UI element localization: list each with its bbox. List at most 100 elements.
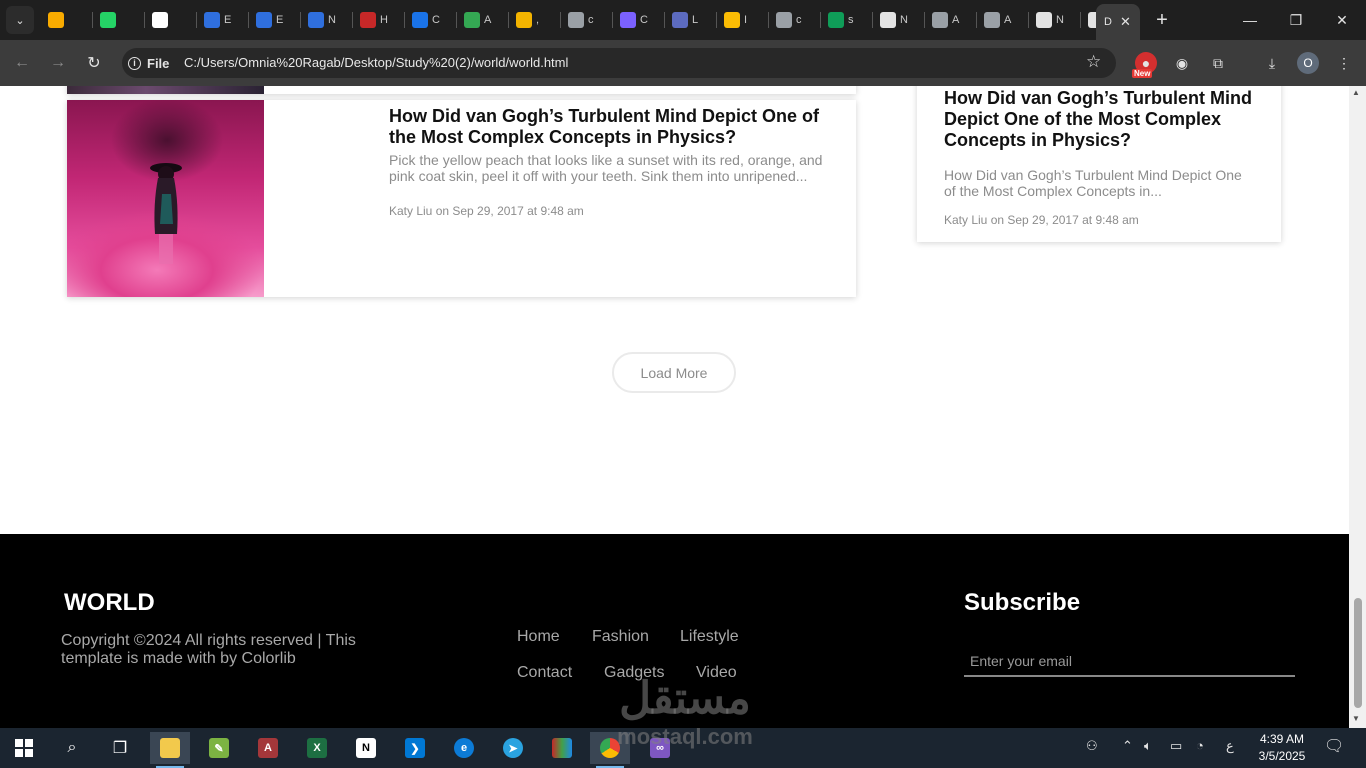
notepad-icon[interactable]: ✎: [199, 732, 239, 764]
chrome-icon[interactable]: [590, 732, 630, 768]
tab-5[interactable]: N: [304, 8, 348, 32]
new-badge: New: [1132, 69, 1153, 78]
tab-15[interactable]: s: [824, 8, 868, 32]
close-tab-icon[interactable]: ✕: [1120, 14, 1131, 30]
search-icon[interactable]: ⌕: [52, 732, 92, 764]
edge-icon[interactable]: e: [444, 732, 484, 764]
file-explorer-icon[interactable]: [150, 732, 190, 768]
footer-link-lifestyle[interactable]: Lifestyle: [680, 628, 739, 646]
winrar-icon[interactable]: [542, 732, 582, 764]
load-more-button[interactable]: Load More: [612, 352, 736, 393]
menu-kebab-icon[interactable]: ⋮: [1333, 52, 1355, 74]
telegram-icon[interactable]: ➤: [493, 732, 533, 764]
tab-search-button[interactable]: ⌄: [6, 6, 34, 34]
system-clock[interactable]: 4:39 AM 3/5/2025: [1252, 731, 1312, 765]
profile-avatar[interactable]: O: [1297, 52, 1319, 74]
extension-new-icon[interactable]: ● New: [1132, 52, 1157, 78]
article-card[interactable]: How Did van Gogh’s Turbulent Mind Depict…: [67, 100, 856, 297]
tab-separator: [508, 12, 509, 28]
browser-toolbar: ← → ↻ i File C:/Users/Omnia%20Ragab/Desk…: [0, 40, 1366, 86]
notifications-icon[interactable]: 🗨︎: [1324, 736, 1344, 756]
subscribe-email-input[interactable]: [964, 647, 1295, 677]
extensions-puzzle-icon[interactable]: ⧉: [1207, 52, 1229, 74]
tab-title: I: [744, 14, 748, 26]
tab-6[interactable]: H: [356, 8, 400, 32]
hsu-icon: [360, 12, 376, 28]
access-icon[interactable]: A: [248, 732, 288, 764]
tab-9[interactable]: ,: [512, 8, 556, 32]
footer-link-home[interactable]: Home: [517, 628, 560, 646]
tab-1[interactable]: [96, 8, 140, 32]
tab-8[interactable]: A: [460, 8, 504, 32]
visual-studio-icon[interactable]: ∞: [640, 732, 680, 764]
info-icon: i: [128, 56, 141, 70]
scrollbar-thumb[interactable]: [1354, 598, 1362, 708]
battery-icon[interactable]: ▭: [1170, 738, 1182, 754]
footer-link-gadgets[interactable]: Gadgets: [604, 664, 664, 682]
tab-separator: [560, 12, 561, 28]
tab-3[interactable]: E: [200, 8, 244, 32]
page-scrollbar[interactable]: ▲ ▼: [1349, 86, 1366, 728]
tab-4[interactable]: E: [252, 8, 296, 32]
tab-13[interactable]: I: [720, 8, 764, 32]
notion-n-icon: [308, 12, 324, 28]
tab-title: N: [1056, 14, 1064, 26]
tab-11[interactable]: C: [616, 8, 660, 32]
tab-19[interactable]: N: [1032, 8, 1076, 32]
tab-0[interactable]: [44, 8, 88, 32]
back-icon[interactable]: ←: [10, 51, 34, 75]
tray-chevron-up-icon[interactable]: ⌃: [1122, 738, 1133, 754]
tab-7[interactable]: C: [408, 8, 452, 32]
article-title[interactable]: How Did van Gogh’s Turbulent Mind Depict…: [389, 106, 829, 148]
tab-2[interactable]: [148, 8, 192, 32]
footer-brand[interactable]: WORLD: [64, 589, 155, 617]
globe-icon: [568, 12, 584, 28]
tab-18[interactable]: A: [980, 8, 1024, 32]
footer-copyright: Copyright ©2024 All rights reserved | Th…: [61, 632, 356, 667]
task-view-icon[interactable]: ❐: [100, 732, 140, 764]
tab-14[interactable]: c: [772, 8, 816, 32]
previous-article-card[interactable]: [67, 86, 856, 94]
article-thumbnail[interactable]: [67, 100, 264, 297]
tab-title: H: [380, 14, 388, 26]
tab-16[interactable]: N: [876, 8, 920, 32]
reload-icon[interactable]: ↻: [82, 51, 106, 75]
scroll-down-icon[interactable]: ▼: [1352, 714, 1360, 723]
input-language[interactable]: ع: [1226, 738, 1234, 754]
tab-10[interactable]: c: [564, 8, 608, 32]
windows-start-icon[interactable]: [4, 732, 44, 764]
footer-link-fashion[interactable]: Fashion: [592, 628, 649, 646]
new-tab-button[interactable]: +: [1150, 8, 1174, 32]
close-window-icon[interactable]: ✕: [1330, 8, 1354, 32]
scroll-up-icon[interactable]: ▲: [1352, 88, 1360, 97]
tab-title: A: [1004, 14, 1012, 26]
tab-12[interactable]: L: [668, 8, 712, 32]
vscode-icon[interactable]: ❯: [395, 732, 435, 764]
minimize-icon[interactable]: —: [1238, 8, 1262, 32]
people-icon[interactable]: ⚇: [1086, 738, 1098, 754]
volume-icon[interactable]: 🔈︎: [1144, 738, 1152, 754]
address-bar[interactable]: i File C:/Users/Omnia%20Ragab/Desktop/St…: [122, 48, 1116, 78]
tab-separator: [196, 12, 197, 28]
excel-icon[interactable]: X: [297, 732, 337, 764]
extension-owl-icon[interactable]: ◉: [1171, 52, 1193, 74]
footer-link-video[interactable]: Video: [696, 664, 737, 682]
wifi-icon[interactable]: ◔: [1196, 738, 1204, 753]
sidebar-article-card[interactable]: How Did van Gogh’s Turbulent Mind Depict…: [917, 86, 1281, 242]
downloads-icon[interactable]: ⤓: [1261, 52, 1283, 74]
tab-active[interactable]: D ✕: [1096, 4, 1140, 40]
sidebar-article-title[interactable]: How Did van Gogh’s Turbulent Mind Depict…: [944, 88, 1264, 151]
url-text[interactable]: C:/Users/Omnia%20Ragab/Desktop/Study%20(…: [184, 55, 568, 70]
footer-link-contact[interactable]: Contact: [517, 664, 572, 682]
site-info-chip[interactable]: i File: [128, 53, 169, 73]
tab-title: E: [224, 14, 232, 26]
tab-title: C: [432, 14, 440, 26]
bookmark-star-icon[interactable]: ☆: [1086, 52, 1101, 72]
forward-icon[interactable]: →: [46, 51, 70, 75]
notion-icon[interactable]: N: [346, 732, 386, 764]
tab-17[interactable]: A: [928, 8, 972, 32]
globe-icon: [932, 12, 948, 28]
previous-article-thumbnail[interactable]: [67, 86, 264, 94]
tab-title: A: [952, 14, 960, 26]
restore-icon[interactable]: ❐: [1284, 8, 1308, 32]
